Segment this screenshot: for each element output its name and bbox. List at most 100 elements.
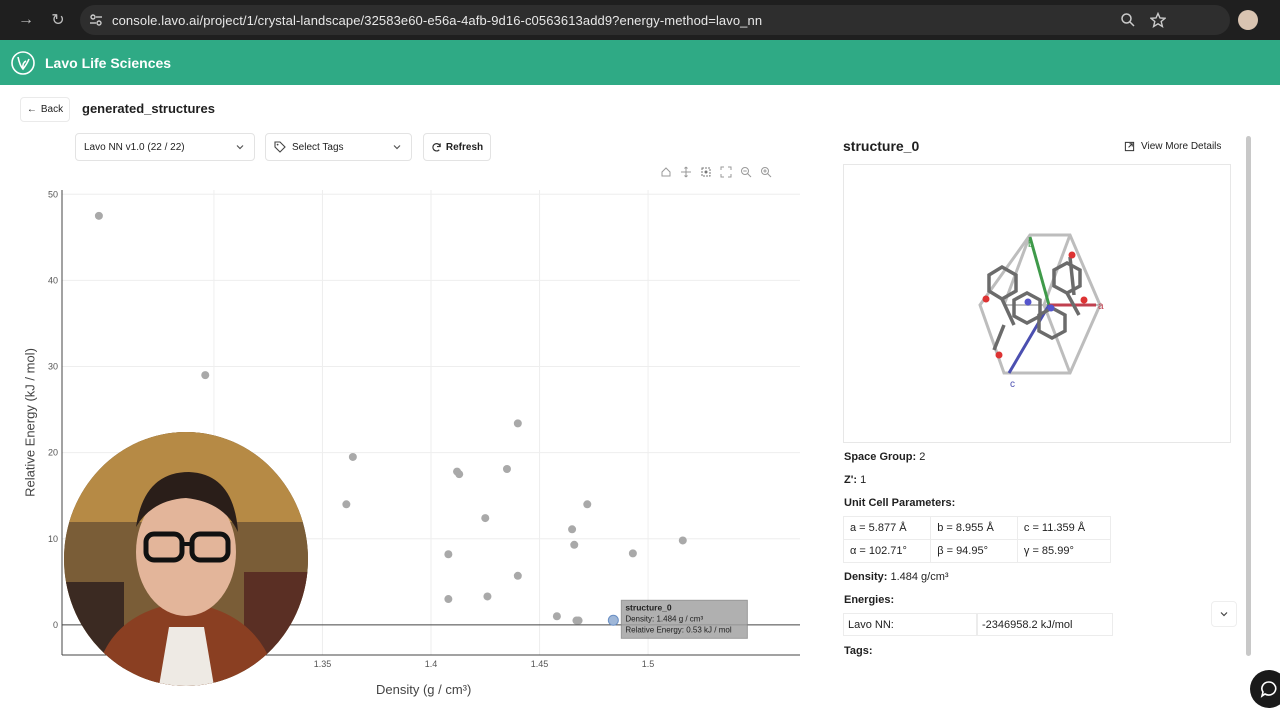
data-point[interactable]: [552, 612, 561, 621]
param-alpha: α = 102.71°: [842, 539, 932, 563]
zoom-icon[interactable]: [1120, 12, 1136, 28]
tag-icon: [274, 141, 286, 153]
zoom-out-icon[interactable]: [740, 166, 752, 178]
back-button[interactable]: ← Back: [20, 97, 70, 122]
bookmark-star-icon[interactable]: [1150, 12, 1166, 28]
address-bar[interactable]: console.lavo.ai/project/1/crystal-landsc…: [80, 5, 1230, 35]
unit-cell-render: a b c: [978, 233, 1104, 390]
pan-icon[interactable]: [680, 166, 692, 178]
param-gamma: γ = 85.99°: [1016, 539, 1112, 563]
param-beta: β = 94.95°: [930, 539, 1018, 563]
view-more-details-button[interactable]: View More Details: [1118, 135, 1230, 157]
app-header: Lavo Life Sciences: [0, 40, 1280, 85]
z-prime-label: Z':: [844, 474, 857, 486]
data-point[interactable]: [502, 465, 511, 473]
crystal-structure-viewer[interactable]: a b c: [843, 164, 1231, 443]
unit-cell-label: Unit Cell Parameters:: [844, 497, 956, 509]
model-select[interactable]: Lavo NN v1.0 (22 / 22): [75, 133, 255, 161]
view-more-label: View More Details: [1141, 140, 1222, 152]
back-label: Back: [40, 104, 64, 115]
tags-select[interactable]: Select Tags: [265, 133, 412, 161]
arrow-left-icon: ←: [26, 104, 37, 115]
y-tick-label: 40: [48, 275, 58, 285]
data-point[interactable]: [444, 595, 453, 604]
panel-scrollbar[interactable]: [1246, 136, 1251, 656]
unit-cell-heading: Unit Cell Parameters:: [844, 497, 955, 509]
table-row: a = 5.877 Å b = 8.955 Å c = 11.359 Å: [842, 516, 1112, 540]
y-tick-label: 0: [53, 620, 58, 630]
space-group-value: 2: [919, 451, 926, 463]
plot-modebar: [660, 166, 772, 178]
param-c: c = 11.359 Å: [1016, 516, 1112, 540]
zoom-in-icon[interactable]: [760, 166, 772, 178]
autoscale-icon[interactable]: [720, 166, 732, 178]
tags-heading: Tags:: [844, 645, 873, 657]
energy-value: -2346958.2 kJ/mol: [977, 613, 1113, 636]
forward-icon[interactable]: →: [12, 6, 40, 34]
data-point[interactable]: [483, 592, 492, 601]
data-point[interactable]: [574, 616, 583, 625]
table-row: α = 102.71° β = 94.95° γ = 85.99°: [842, 539, 1112, 563]
browser-toolbar: → ↻ console.lavo.ai/project/1/crystal-la…: [0, 0, 1280, 40]
data-point[interactable]: [342, 500, 351, 509]
param-a: a = 5.877 Å: [842, 516, 932, 540]
model-select-value: Lavo NN v1.0 (22 / 22): [84, 141, 185, 153]
space-group-label: Space Group:: [844, 451, 917, 463]
data-point[interactable]: [444, 550, 453, 559]
structure-title: structure_0: [843, 138, 920, 154]
hover-tooltip-line: Relative Energy: 0.53 kJ / mol: [625, 625, 731, 634]
density-value: 1.484 g/cm³: [890, 571, 949, 583]
z-prime-value: 1: [860, 474, 867, 486]
x-tick-label: 1.35: [314, 659, 332, 669]
y-tick-label: 20: [48, 448, 58, 458]
refresh-button[interactable]: Refresh: [423, 133, 491, 161]
home-icon[interactable]: [660, 166, 672, 178]
axis-c-label: c: [1010, 379, 1015, 390]
chevron-down-icon: [236, 145, 244, 150]
axis-b-label: b: [1028, 239, 1034, 250]
chevron-down-icon: [1220, 612, 1228, 617]
url-text[interactable]: console.lavo.ai/project/1/crystal-landsc…: [112, 13, 762, 28]
data-point[interactable]: [201, 371, 210, 380]
param-b: b = 8.955 Å: [930, 516, 1018, 540]
hover-tooltip-line: structure_0: [625, 602, 672, 612]
data-point[interactable]: [348, 452, 357, 461]
reload-icon[interactable]: ↻: [44, 6, 72, 34]
data-point[interactable]: [513, 571, 522, 580]
data-point[interactable]: [481, 514, 490, 523]
tags-select-placeholder: Select Tags: [292, 141, 344, 153]
chat-bubble-icon: [1260, 681, 1277, 698]
site-info-icon[interactable]: [88, 12, 104, 28]
x-tick-label: 1.45: [531, 659, 549, 669]
unit-cell-table: a = 5.877 Å b = 8.955 Å c = 11.359 Å α =…: [842, 516, 1112, 563]
chat-support-button[interactable]: [1250, 670, 1280, 708]
data-point[interactable]: [455, 470, 464, 479]
energy-row: Lavo NN: -2346958.2 kJ/mol: [843, 613, 1113, 636]
profile-avatar[interactable]: [1238, 10, 1258, 30]
data-point[interactable]: [94, 211, 103, 220]
x-axis-title: Density (g / cm³): [376, 682, 472, 697]
data-point[interactable]: [678, 536, 687, 545]
app-title: Lavo Life Sciences: [45, 55, 172, 71]
presenter-video: [64, 432, 308, 686]
energies-label: Energies:: [844, 594, 895, 606]
data-point[interactable]: [513, 419, 522, 428]
density-line: Density: 1.484 g/cm³: [844, 571, 949, 583]
scroll-down-button[interactable]: [1211, 601, 1237, 627]
hovered-point[interactable]: [607, 614, 619, 626]
lavo-logo-icon: [11, 51, 35, 75]
data-point[interactable]: [570, 540, 579, 549]
page-title: generated_structures: [82, 101, 215, 116]
energy-method: Lavo NN:: [843, 613, 977, 636]
y-tick-label: 10: [48, 534, 58, 544]
data-point[interactable]: [583, 500, 592, 509]
external-link-icon: [1124, 141, 1135, 151]
data-point[interactable]: [568, 525, 577, 534]
y-tick-label: 50: [48, 189, 58, 199]
space-group-line: Space Group: 2: [844, 451, 925, 463]
refresh-label: Refresh: [445, 141, 484, 153]
data-point[interactable]: [628, 549, 637, 558]
box-select-icon[interactable]: [700, 166, 712, 178]
axis-a-label: a: [1098, 301, 1104, 312]
y-tick-label: 30: [48, 362, 58, 372]
